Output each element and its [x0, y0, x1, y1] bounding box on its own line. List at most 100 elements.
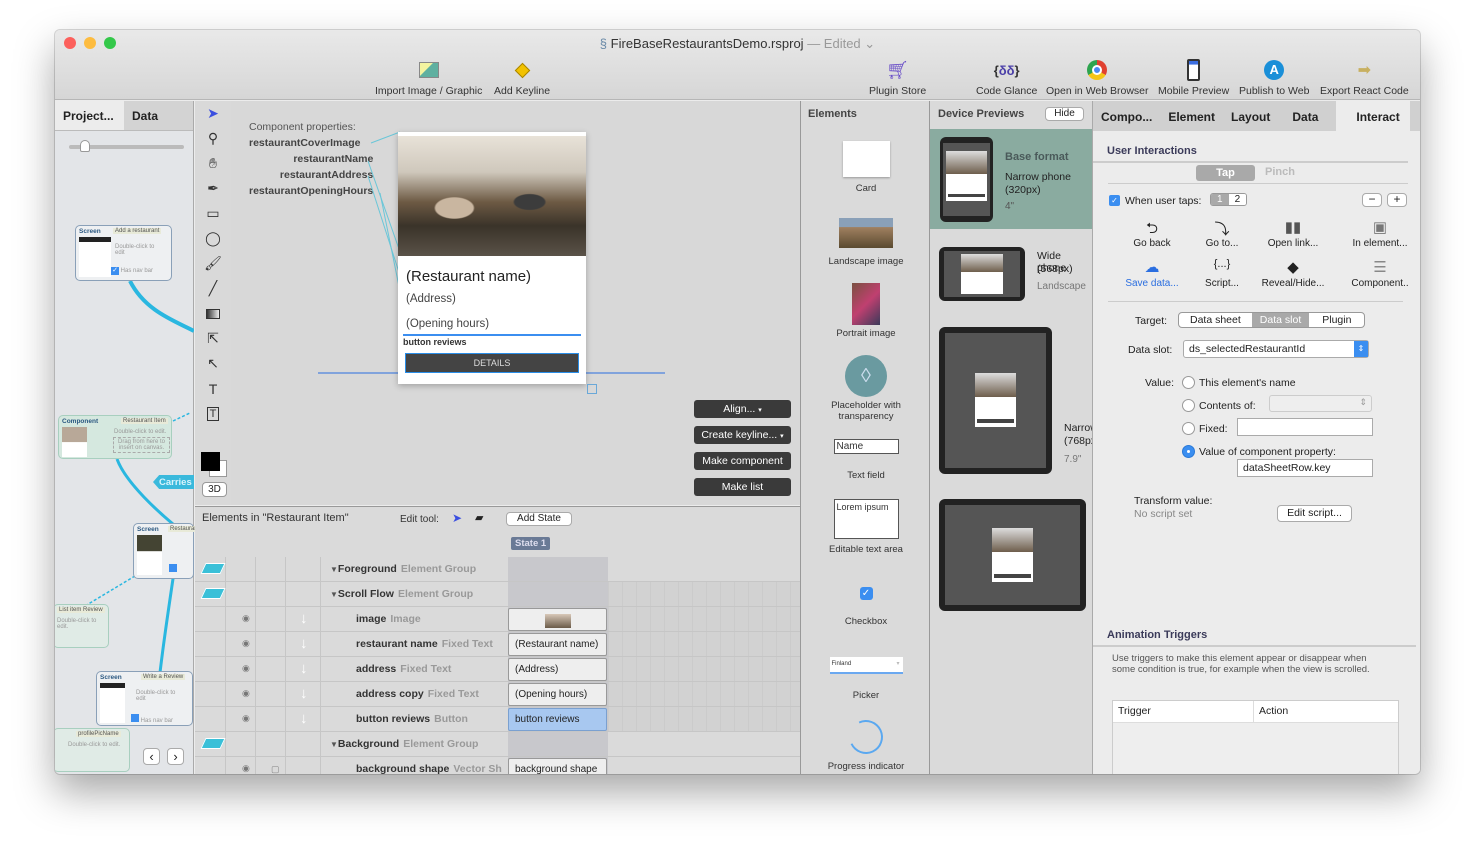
contents-of-select[interactable]: ⇕	[1269, 395, 1372, 412]
hide-previews-button[interactable]: Hide	[1045, 107, 1084, 121]
component-property-input[interactable]: dataSheetRow.key	[1237, 459, 1373, 477]
element-row[interactable]: ◉ ↓ restaurant name Fixed Text (Restaurant n…	[195, 632, 800, 657]
edit-pointer-icon[interactable]: ➤	[452, 511, 462, 525]
radio-component-property[interactable]	[1182, 445, 1195, 458]
flow-card-profile-pic-name[interactable]: profilePicName Double-click to edit.	[55, 728, 130, 772]
state-cell[interactable]	[508, 608, 607, 631]
state-cell[interactable]: (Opening hours)	[508, 683, 607, 706]
align-button[interactable]: Align... ▾	[694, 400, 791, 418]
visibility-eye-icon[interactable]: ◉	[242, 763, 250, 774]
element-row[interactable]: ◉ ↓ address copy Fixed Text (Opening hours)	[195, 682, 800, 707]
device-wide-phone[interactable]	[939, 247, 1025, 301]
resize-handle[interactable]	[587, 384, 597, 394]
triggers-table[interactable]: Trigger Action	[1112, 700, 1399, 774]
flow-card-list-item-review[interactable]: List item Review Double-click to edit.	[55, 604, 109, 648]
state-cell[interactable]: (Restaurant name)	[508, 633, 607, 656]
target-plugin[interactable]: Plugin	[1309, 313, 1364, 327]
scroll-flow-arrow-icon[interactable]: ↓	[300, 710, 308, 727]
mobile-preview-button[interactable]: Mobile Preview	[1158, 58, 1229, 97]
state-1-header[interactable]: State 1	[511, 537, 551, 550]
library-item-landscape-image[interactable]: Landscape image	[801, 218, 931, 267]
tab-interact[interactable]: Interact	[1336, 101, 1410, 131]
action-script[interactable]: {...} Script...	[1182, 258, 1262, 289]
rectangle-tool-icon[interactable]: ▭	[195, 201, 231, 226]
device-base-format[interactable]: Base format Narrow phone (320px) 4"	[930, 129, 1092, 229]
element-row[interactable]: ▼Foreground Element Group	[195, 557, 800, 582]
state-cell[interactable]: background shape	[508, 758, 607, 774]
scroll-flow-arrow-icon[interactable]: ↓	[300, 685, 308, 702]
element-row[interactable]: ◉ ▢ background shape Vector Sh background sh…	[195, 757, 800, 774]
add-interaction-button[interactable]: +	[1387, 193, 1407, 207]
restaurant-hours-text[interactable]: (Opening hours)	[406, 318, 489, 330]
plugin-store-button[interactable]: 🛒︎ Plugin Store	[869, 58, 926, 98]
restaurant-address-text[interactable]: (Address)	[406, 293, 456, 305]
library-item-placeholder[interactable]: ◊ Placeholder with transparency	[801, 355, 931, 422]
gesture-tab-pinch[interactable]: Pinch	[1265, 166, 1295, 178]
remove-interaction-button[interactable]: −	[1362, 193, 1382, 207]
gradient-tool-icon[interactable]	[195, 301, 231, 326]
tap-count-1[interactable]: 1	[1211, 194, 1229, 205]
code-glance-button[interactable]: {δδ} Code Glance	[976, 58, 1037, 98]
export-react-button[interactable]: ➡︎ Export React Code	[1320, 58, 1409, 97]
state-cell[interactable]: (Address)	[508, 658, 607, 681]
text-tool-icon[interactable]: T	[195, 376, 231, 401]
edited-status[interactable]: — Edited	[807, 36, 860, 51]
nav-forward-button[interactable]: ›	[167, 748, 184, 765]
subselect-tool-icon[interactable]: ⇱	[195, 326, 231, 351]
action-save-data[interactable]: ☁︎ Save data...	[1112, 258, 1192, 289]
flow-card-restaurant[interactable]: Screen Restaurant	[133, 523, 202, 579]
nav-back-button[interactable]: ‹	[143, 748, 160, 765]
element-row[interactable]: ▼Scroll Flow Element Group	[195, 582, 800, 607]
radio-fixed[interactable]	[1182, 422, 1195, 435]
3d-toggle-button[interactable]: 3D	[202, 482, 227, 497]
element-row[interactable]: ◉ ↓ address Fixed Text (Address)	[195, 657, 800, 682]
flow-card-restaurant-item[interactable]: Component Restaurant Item Double-click t…	[58, 415, 172, 459]
fill-color-swatch[interactable]	[201, 452, 220, 471]
hand-tool-icon[interactable]: ✋︎	[195, 151, 231, 176]
fixed-value-input[interactable]	[1237, 418, 1373, 436]
pointer-tool-icon[interactable]: ➤	[195, 101, 231, 126]
state-cell[interactable]: button reviews	[508, 708, 607, 731]
action-reveal-hide[interactable]: ◆ Reveal/Hide...	[1253, 258, 1333, 289]
lock-icon[interactable]: ▢	[271, 764, 280, 774]
target-data-sheet[interactable]: Data sheet	[1179, 313, 1252, 327]
add-keyline-button[interactable]: Add Keyline	[494, 58, 550, 97]
action-open-link[interactable]: ▮▮ Open link...	[1253, 218, 1333, 249]
action-component[interactable]: ☰ Component..	[1340, 258, 1420, 289]
element-row[interactable]: ▼Background Element Group	[195, 732, 800, 757]
has-nav-bar-checkbox[interactable]: ✓ Has nav bar	[111, 267, 153, 275]
line-tool-icon[interactable]: ╱	[195, 276, 231, 301]
library-item-text-field[interactable]: Name Text field	[801, 439, 931, 481]
scroll-flow-arrow-icon[interactable]: ↓	[300, 610, 308, 627]
library-item-picker[interactable]: Finland ▾ Picker	[801, 657, 931, 701]
has-nav-bar-checkbox[interactable]	[169, 564, 177, 574]
add-state-button[interactable]: Add State	[506, 512, 572, 526]
radio-contents-of[interactable]	[1182, 399, 1195, 412]
data-slot-select[interactable]: ds_selectedRestaurantId ⇕	[1183, 340, 1369, 358]
restaurant-cover-image[interactable]	[398, 136, 586, 256]
disclosure-triangle-icon[interactable]: ▼	[330, 740, 338, 749]
when-taps-checkbox[interactable]: ✓	[1109, 195, 1120, 206]
flow-card-add-restaurant[interactable]: Screen Add a restaurant Double-click to …	[75, 225, 172, 281]
scroll-flow-arrow-icon[interactable]: ↓	[300, 635, 308, 652]
library-item-portrait-image[interactable]: Portrait image	[801, 283, 931, 339]
visibility-eye-icon[interactable]: ◉	[242, 713, 250, 724]
element-row[interactable]: ◉ ↓ button reviews Button button reviews	[195, 707, 800, 732]
flow-card-write-review[interactable]: Screen Write a Review Double-click to ed…	[96, 671, 193, 726]
create-keyline-button[interactable]: Create keyline... ▾	[694, 426, 791, 444]
library-item-progress[interactable]: Progress indicator	[801, 715, 931, 772]
scroll-flow-arrow-icon[interactable]: ↓	[300, 660, 308, 677]
tab-component[interactable]: Compo...	[1093, 101, 1160, 131]
gesture-tab-tap[interactable]: Tap	[1196, 165, 1255, 181]
action-in-element[interactable]: ▣ In element...	[1340, 218, 1420, 249]
visibility-eye-icon[interactable]: ◉	[242, 688, 250, 699]
library-item-checkbox[interactable]: ✓ Checkbox	[801, 587, 931, 627]
tab-element[interactable]: Element	[1160, 101, 1223, 131]
target-data-slot[interactable]: Data slot	[1251, 313, 1310, 327]
drag-hint[interactable]: Drag from here to insert on canvas.	[113, 437, 170, 453]
visibility-eye-icon[interactable]: ◉	[242, 613, 250, 624]
device-tablet-portrait[interactable]	[939, 327, 1052, 474]
device-tablet-landscape[interactable]	[939, 499, 1086, 611]
disclosure-triangle-icon[interactable]: ▼	[330, 590, 338, 599]
ellipse-tool-icon[interactable]: ◯	[195, 226, 231, 251]
